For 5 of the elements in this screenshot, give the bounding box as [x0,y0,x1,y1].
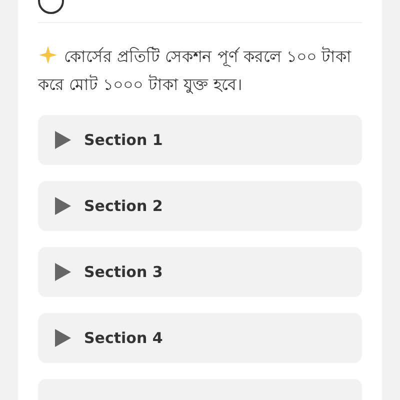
section-item[interactable]: Section 2 [38,181,362,231]
section-item[interactable]: Section 1 [38,115,362,165]
section-item[interactable]: Section 3 [38,247,362,297]
notice-text: কোর্সের প্রতিটি সেকশন পূর্ণ করলে ১০০ টাকা করে মোট ১০০০ টাকা যুক্ত হবে। [38,44,353,96]
section-item[interactable]: Section 4 [38,313,362,363]
